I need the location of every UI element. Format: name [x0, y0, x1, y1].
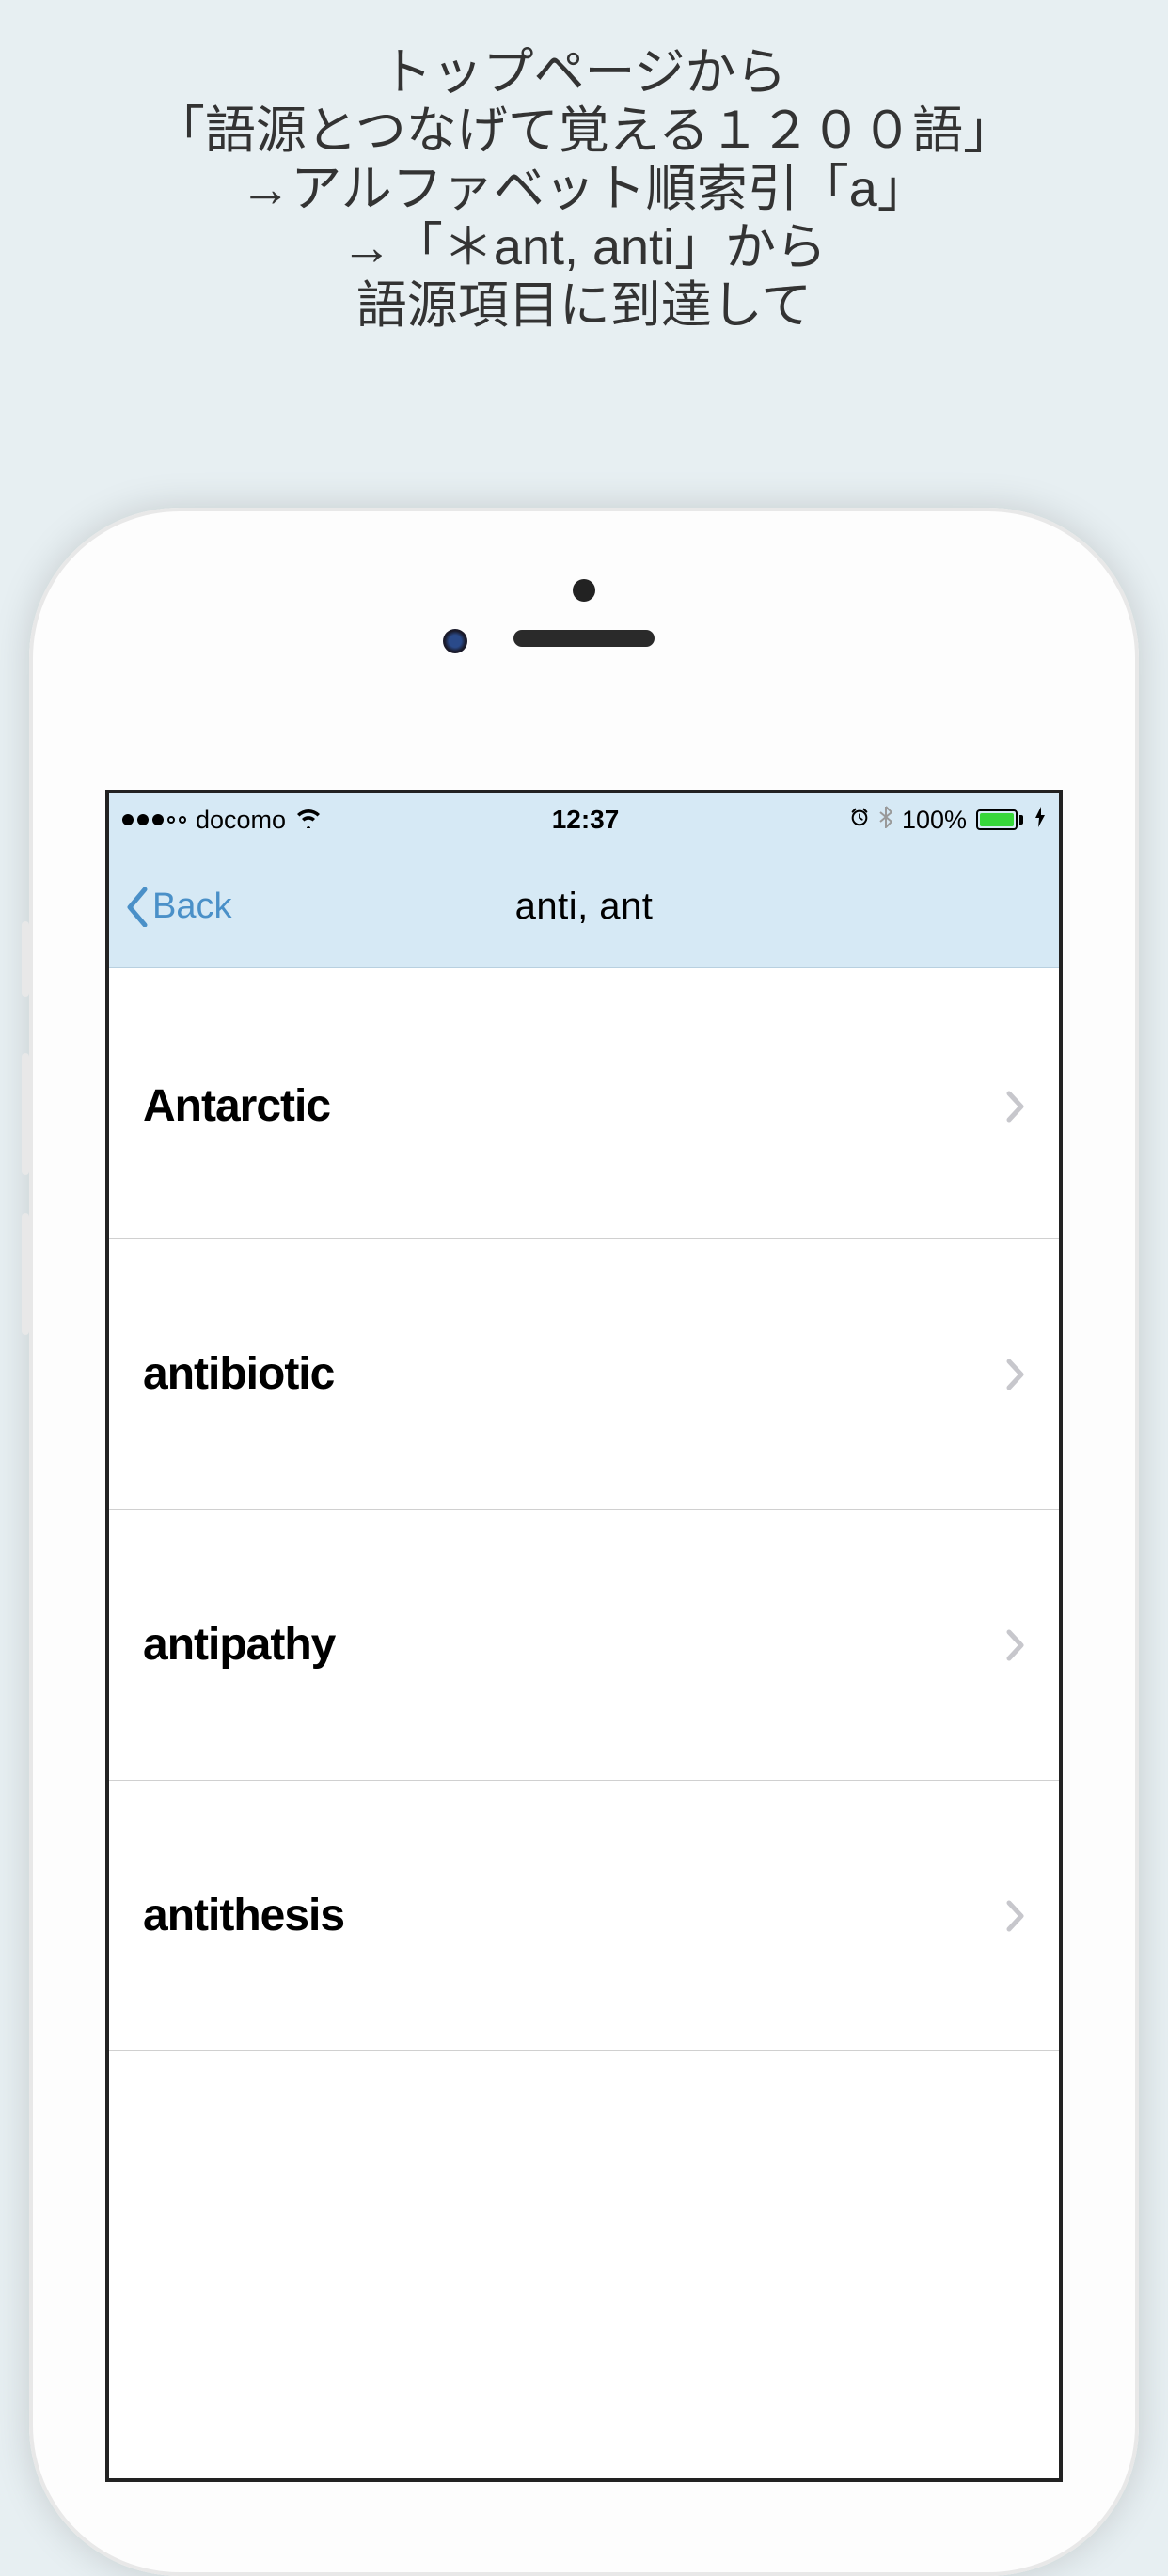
phone-mute-switch — [22, 921, 29, 997]
word-label: Antarctic — [143, 1080, 330, 1132]
alarm-icon — [849, 807, 870, 834]
status-bar: docomo 12:37 100% — [109, 793, 1059, 846]
chevron-right-icon — [1006, 1900, 1025, 1932]
chevron-right-icon — [1006, 1359, 1025, 1390]
desc-line: トップページから — [0, 43, 1168, 102]
chevron-right-icon — [1006, 1629, 1025, 1661]
carrier-label: docomo — [196, 806, 286, 835]
back-button[interactable]: Back — [109, 887, 231, 927]
phone-screen: docomo 12:37 100% — [105, 790, 1063, 2482]
battery-icon — [976, 809, 1023, 830]
word-list[interactable]: Antarctic antibiotic antipathy antithesi… — [109, 968, 1059, 2051]
charging-icon — [1034, 807, 1046, 833]
bluetooth-icon — [879, 806, 892, 835]
phone-top-bezel — [29, 508, 1139, 790]
chevron-left-icon — [126, 887, 149, 927]
battery-percent: 100% — [902, 806, 967, 835]
clock: 12:37 — [552, 805, 620, 835]
phone-frame: docomo 12:37 100% — [29, 508, 1139, 2576]
wifi-icon — [295, 806, 322, 835]
navigation-bar: Back anti, ant — [109, 846, 1059, 968]
chevron-right-icon — [1006, 1091, 1025, 1123]
list-item[interactable]: antibiotic — [109, 1239, 1059, 1510]
list-item[interactable]: antithesis — [109, 1781, 1059, 2051]
phone-sensor — [573, 579, 595, 602]
marketing-description: トップページから 「語源とつなげて覚える１２００語」 →アルファベット順索引「a… — [0, 0, 1168, 335]
phone-earpiece — [513, 630, 655, 647]
list-item[interactable]: Antarctic — [109, 968, 1059, 1239]
list-item[interactable]: antipathy — [109, 1510, 1059, 1781]
word-label: antipathy — [143, 1619, 335, 1671]
signal-strength-icon — [122, 814, 186, 825]
word-label: antithesis — [143, 1890, 344, 1941]
phone-volume-up — [22, 1053, 29, 1175]
status-right: 100% — [849, 806, 1046, 835]
phone-front-camera — [443, 629, 467, 653]
desc-line: →アルファベット順索引「a」 — [0, 160, 1168, 218]
word-label: antibiotic — [143, 1348, 334, 1400]
desc-line: →「＊ant, anti」から — [0, 218, 1168, 276]
page-title: anti, ant — [515, 886, 654, 928]
back-label: Back — [152, 887, 231, 927]
phone-volume-down — [22, 1213, 29, 1335]
desc-line: 語源項目に到達して — [0, 276, 1168, 335]
status-left: docomo — [122, 806, 322, 835]
desc-line: 「語源とつなげて覚える１２００語」 — [0, 102, 1168, 160]
